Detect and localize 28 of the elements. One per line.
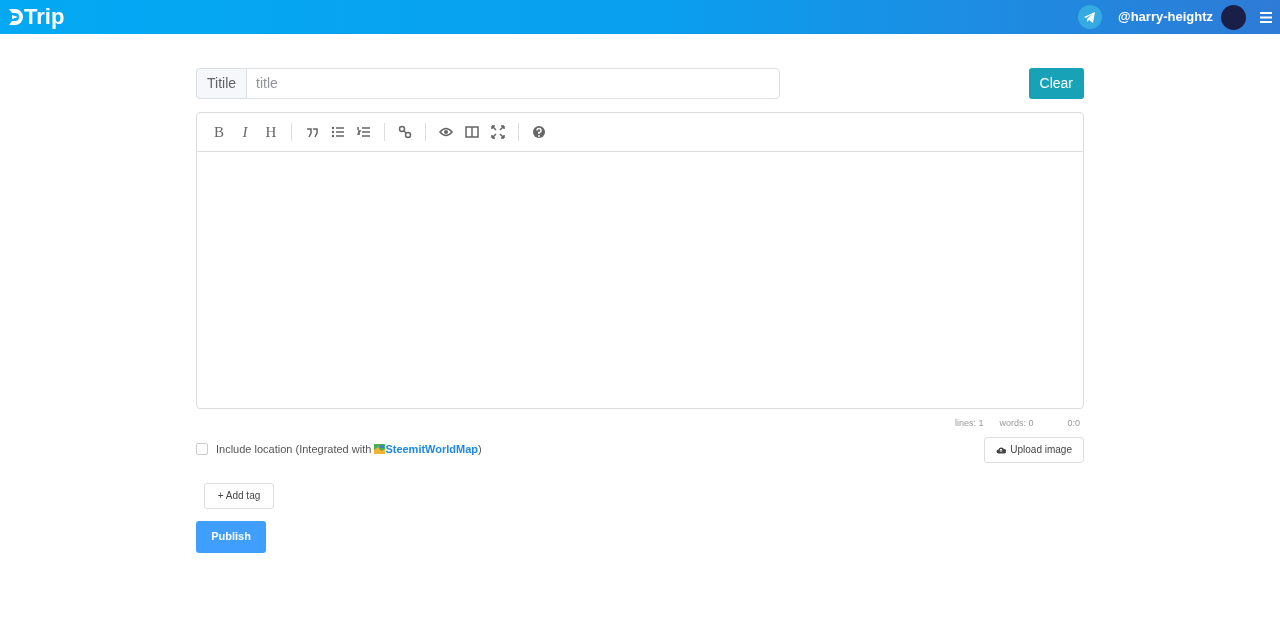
add-tag-button[interactable]: + Add tag [204,482,274,509]
clear-button[interactable]: Clear [1028,68,1084,99]
title-input[interactable]: title [246,68,780,99]
username-link[interactable]: @harry-heightz [1117,7,1213,27]
help-icon [532,125,546,139]
location-checkbox[interactable] [196,442,208,455]
columns-icon [465,125,479,139]
upload-image-button[interactable]: Upload image [984,436,1084,463]
map-icon [374,443,386,454]
heading-button[interactable]: H [259,119,283,145]
location-label: Include location (Integrated with SteemitWorldMap) [216,441,482,457]
status-text: words: 0 [999,417,1034,430]
telegram-icon[interactable] [1077,5,1102,29]
cloud-upload-icon [996,445,1007,454]
menu-icon[interactable] [1260,11,1272,23]
numbered-list-icon [357,125,371,139]
eye-icon [439,125,453,139]
bullet-list-icon [331,125,345,139]
expand-icon [491,125,505,139]
title-label: Titile [196,68,247,99]
status-text: 0:0 [1067,417,1080,430]
logo-mark-icon [8,8,24,26]
italic-button[interactable]: I [233,119,257,145]
bold-button[interactable]: B [207,119,231,145]
quote-icon [305,125,319,139]
link-icon [398,125,412,139]
avatar[interactable] [1221,4,1246,30]
status-text: lines: 1 [954,417,984,430]
